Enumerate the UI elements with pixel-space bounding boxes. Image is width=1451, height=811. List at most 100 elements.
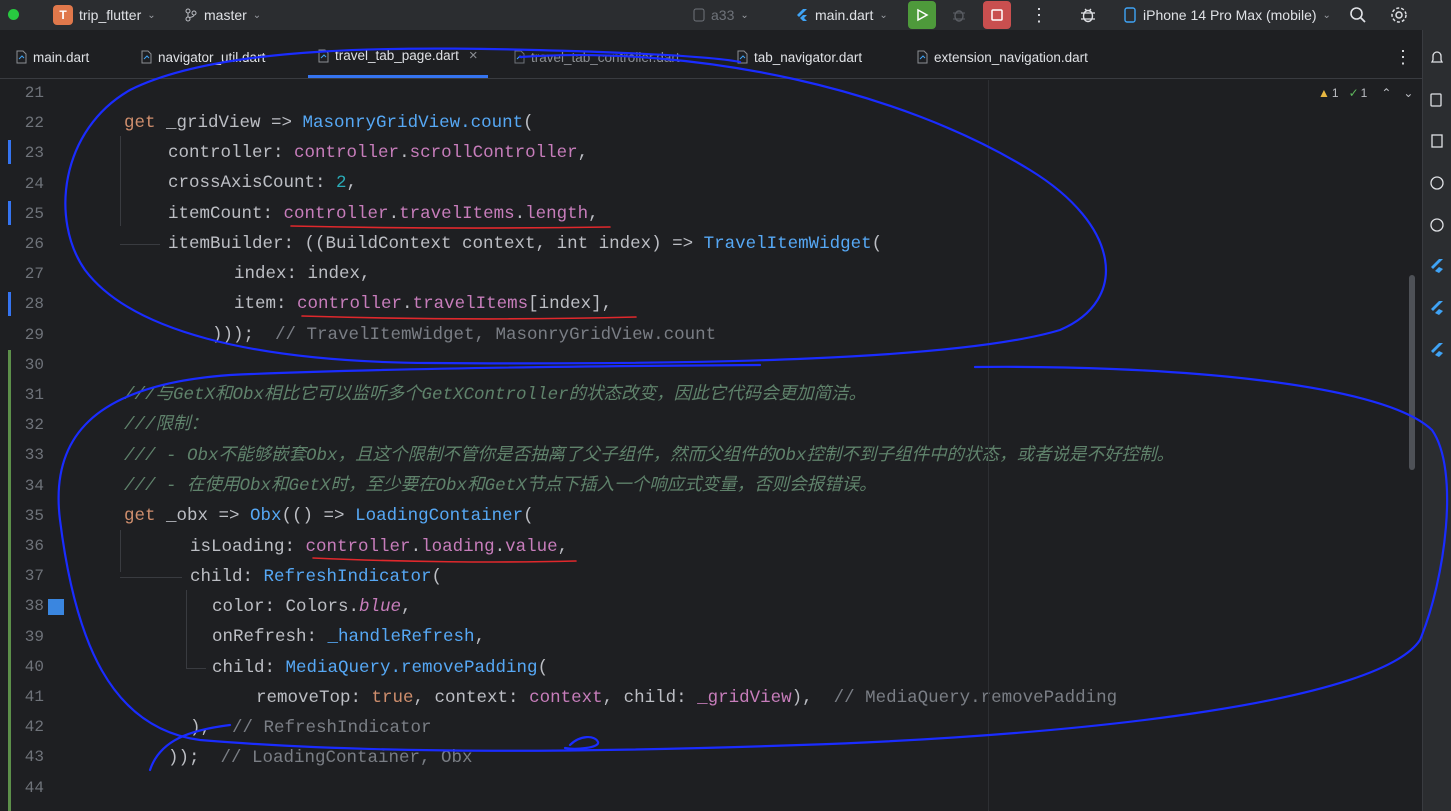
- tab-options-icon[interactable]: ⋮: [1394, 36, 1412, 78]
- tab-travel-tab-page[interactable]: travel_tab_page.dart ×: [308, 36, 488, 78]
- device-manager-icon[interactable]: [1429, 92, 1445, 108]
- line-number: 21: [24, 84, 44, 102]
- color-swatch-blue-icon[interactable]: [48, 599, 64, 615]
- branch-name: master: [204, 7, 247, 23]
- indent-guide: [120, 530, 121, 572]
- search-button[interactable]: [1349, 0, 1367, 30]
- token: (: [871, 234, 883, 254]
- token: Obx: [306, 446, 338, 466]
- line-number: 40: [24, 657, 44, 676]
- tab-main-dart[interactable]: main.dart: [16, 36, 89, 78]
- code-line-35: get _obx => Obx(() => LoadingContainer(: [124, 506, 534, 526]
- token: onRefresh:: [212, 627, 328, 647]
- indent-guide: [186, 668, 206, 669]
- token: Obx: [232, 385, 265, 405]
- code-line-26: itemBuilder: ((BuildContext context, int…: [168, 234, 882, 254]
- line-number: 37: [24, 567, 44, 586]
- debug-button[interactable]: [950, 0, 968, 30]
- tab-label: travel_tab_controller.dart: [531, 49, 680, 65]
- attach-debugger-button[interactable]: [1078, 0, 1098, 30]
- device-selector[interactable]: iPhone 14 Pro Max (mobile) ⌄: [1124, 0, 1331, 30]
- code-line-23: controller: controller.scrollController,: [168, 143, 588, 163]
- line-number: 24: [24, 174, 44, 193]
- token: true: [371, 688, 414, 708]
- run-config-selector[interactable]: main.dart ⌄: [795, 0, 888, 30]
- close-icon[interactable]: ×: [469, 47, 478, 64]
- tab-navigator-util[interactable]: navigator_util.dart: [141, 36, 265, 78]
- code-editor[interactable]: get _gridView => MasonryGridView.count( …: [100, 80, 1410, 811]
- tab-extension-navigation[interactable]: extension_navigation.dart: [917, 36, 1088, 78]
- token: .: [388, 204, 400, 224]
- token: ),: [190, 718, 233, 738]
- token: controller: [297, 294, 403, 314]
- token: 和: [215, 385, 233, 405]
- run-button[interactable]: [908, 0, 936, 30]
- token: context: [529, 688, 603, 708]
- ai-assistant-icon[interactable]: [1429, 217, 1445, 233]
- branch-selector[interactable]: master ⌄: [184, 0, 261, 30]
- stop-button[interactable]: [983, 0, 1011, 30]
- code-line-34: /// - 在使用Obx和GetX时，至少要在Obx和GetX节点下插入一个响应…: [124, 476, 877, 496]
- project-selector[interactable]: T trip_flutter ⌄: [53, 0, 156, 30]
- token: [index],: [528, 294, 613, 314]
- tab-label: tab_navigator.dart: [754, 49, 863, 65]
- line-number: 33: [24, 446, 44, 465]
- phone-icon: [1124, 7, 1136, 23]
- token: Obx: [435, 476, 468, 496]
- token: , child:: [602, 688, 698, 708]
- line-number: 38: [24, 597, 44, 616]
- code-line-25: itemCount: controller.travelItems.length…: [168, 204, 599, 224]
- token: (() =>: [281, 506, 356, 526]
- vertical-scrollbar[interactable]: [1409, 275, 1415, 470]
- line-number: 29: [24, 325, 44, 344]
- chevron-down-icon: ⌄: [879, 9, 888, 21]
- token: /// -: [124, 446, 188, 466]
- token: GetXController: [421, 385, 569, 405]
- token: ,: [401, 597, 412, 617]
- gradle-icon[interactable]: [1429, 175, 1445, 191]
- inlay-hint: // TravelItemWidget, MasonryGridView.cou…: [275, 325, 717, 345]
- editor-tabs: main.dart navigator_util.dart travel_tab…: [0, 36, 1422, 79]
- token: travelItems: [412, 294, 529, 314]
- tab-travel-tab-controller[interactable]: travel_tab_controller.dart: [514, 36, 680, 78]
- token: , context:: [413, 688, 530, 708]
- right-margin-guide: [988, 80, 989, 811]
- token: _handleRefresh: [327, 627, 475, 647]
- code-line-27: index: index,: [234, 264, 371, 284]
- flutter-performance-icon[interactable]: [1429, 342, 1445, 358]
- line-number: 23: [24, 144, 44, 163]
- tab-label: main.dart: [33, 49, 90, 65]
- file-icon[interactable]: [1429, 133, 1445, 149]
- more-options-icon[interactable]: ⋮: [1030, 0, 1048, 30]
- bug-icon: [953, 10, 965, 22]
- line-number: 39: [24, 627, 44, 646]
- run-config-name: main.dart: [815, 7, 874, 23]
- token: ///与: [124, 385, 174, 405]
- tab-tab-navigator[interactable]: tab_navigator.dart: [737, 36, 862, 78]
- git-branch-icon: [185, 8, 197, 22]
- window-dot-icon[interactable]: [8, 9, 19, 20]
- token: .: [399, 143, 410, 163]
- chevron-down-icon[interactable]: ⌄: [1403, 86, 1413, 100]
- inspection-widget[interactable]: ▲ 1 ✓ 1 ⌃ ⌄: [1318, 86, 1413, 100]
- dart-file-icon: [141, 50, 152, 64]
- project-icon: T: [53, 5, 73, 25]
- config-selector[interactable]: a33 ⌄: [693, 0, 749, 30]
- token: ,: [577, 143, 589, 163]
- settings-button[interactable]: [1390, 0, 1408, 30]
- line-number: 44: [24, 778, 44, 797]
- token: removeTop:: [256, 688, 372, 708]
- flutter-outline-icon[interactable]: [1429, 300, 1445, 316]
- token: 节点下插入一个响应式变量，否则会报错误。: [526, 476, 877, 496]
- token: ),: [791, 688, 834, 708]
- chevron-up-icon[interactable]: ⌃: [1381, 86, 1391, 100]
- bell-icon[interactable]: [1429, 50, 1445, 66]
- line-number: 35: [24, 506, 44, 525]
- code-line-32: ///限制：: [124, 415, 208, 435]
- token: Obx: [250, 506, 282, 526]
- token: TravelItemWidget: [703, 234, 872, 254]
- flutter-inspector-icon[interactable]: [1429, 258, 1445, 274]
- token: RefreshIndicator: [263, 567, 432, 587]
- token: controller: [294, 143, 400, 163]
- token: GetX: [484, 476, 527, 496]
